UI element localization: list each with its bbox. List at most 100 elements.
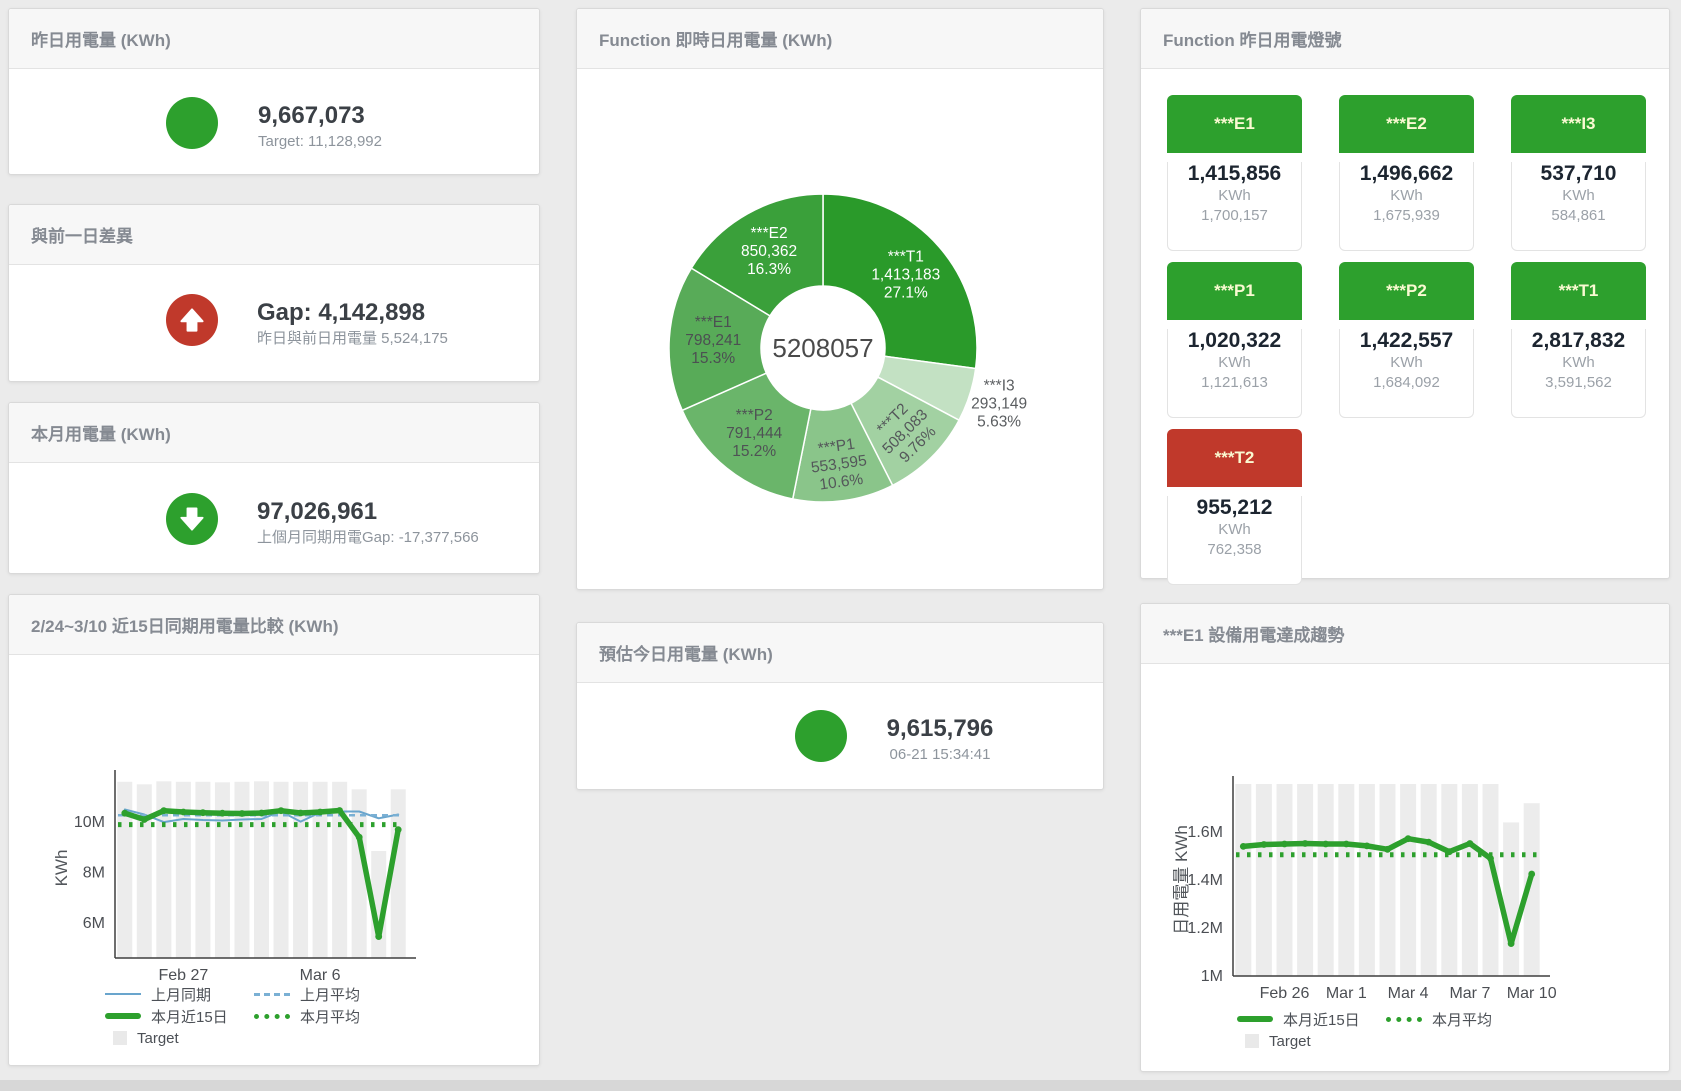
data-point [239, 810, 246, 817]
target-bar [293, 782, 308, 958]
data-point [180, 809, 187, 816]
stat-text: 97,026,961 上個月同期用電Gap: -17,377,566 [257, 498, 479, 547]
tile-subvalue: 584,861 [1512, 206, 1645, 226]
status-circle-green [795, 710, 847, 762]
tile-subvalue: 762,358 [1168, 540, 1301, 560]
panel-title-text: 預估今日用電量 (KWh) [599, 640, 773, 665]
stat-value: 97,026,961 [257, 498, 479, 525]
panel-title[interactable]: 預估今日用電量 (KWh) [577, 623, 1103, 683]
tile-subvalue: 1,121,613 [1168, 373, 1301, 393]
status-tile-P1[interactable]: ***P1 1,020,322 KWh 1,121,613 [1167, 262, 1302, 418]
legend-item-green-thick[interactable]: 本月近15日 [105, 1006, 254, 1027]
legend-item-target[interactable]: Target [105, 1030, 254, 1047]
chart-legend: 本月近15日 本月平均 Target [1237, 1008, 1535, 1052]
panel-yesterday-usage: 昨日用電量 (KWh) 9,667,073 Target: 11,128,992 [8, 8, 540, 175]
legend-label: 上月同期 [151, 984, 211, 1005]
data-point [1281, 841, 1288, 848]
target-bar [1421, 784, 1437, 976]
legend-item-blue-solid[interactable]: 上月同期 [105, 984, 254, 1005]
status-tile-T1[interactable]: ***T1 2,817,832 KWh 3,591,562 [1511, 262, 1646, 418]
status-tile-I3[interactable]: ***I3 537,710 KWh 584,861 [1511, 95, 1646, 251]
data-point [258, 810, 265, 817]
target-bar [117, 782, 132, 958]
data-point [317, 809, 324, 816]
target-bar [1359, 784, 1375, 976]
data-point [1405, 835, 1412, 842]
tile-subvalue: 1,684,092 [1340, 373, 1473, 393]
tile-body: 1,020,322 KWh 1,121,613 [1167, 329, 1302, 418]
donut-chart[interactable]: ***T11,413,18327.1%***I3293,1495.63%***T… [577, 9, 1103, 589]
y-tick: 1.2M [1187, 920, 1223, 937]
tile-value: 1,496,662 [1340, 162, 1473, 186]
y-tick: 1.6M [1187, 824, 1223, 841]
legend-label: 本月平均 [1432, 1009, 1492, 1030]
tile-value: 2,817,832 [1512, 329, 1645, 353]
status-tile-E1[interactable]: ***E1 1,415,856 KWh 1,700,157 [1167, 95, 1302, 251]
tile-subvalue: 1,700,157 [1168, 206, 1301, 226]
arrow-down-icon [177, 504, 207, 534]
panel-title[interactable]: 本月用電量 (KWh) [9, 403, 539, 463]
stat-value: 9,615,796 [865, 715, 1015, 742]
panel-title[interactable]: Function 昨日用電燈號 [1141, 9, 1669, 69]
legend-swatch-target [1245, 1034, 1259, 1048]
panel-yesterday-lights: Function 昨日用電燈號 ***E1 1,415,856 KWh 1,70… [1140, 8, 1670, 579]
donut-center-total: 5208057 [772, 333, 873, 363]
panel-title-text: 與前一日差異 [31, 222, 133, 247]
legend-label: 本月近15日 [1283, 1009, 1360, 1030]
target-bar [1380, 784, 1396, 976]
y-tick: 6M [83, 915, 105, 932]
y-axis-label: KWh [52, 850, 71, 887]
status-circle-red [166, 294, 218, 346]
panel-estimated-today: 預估今日用電量 (KWh) 9,615,796 06-21 15:34:41 [576, 622, 1104, 790]
x-tick: Mar 10 [1507, 985, 1557, 1002]
data-point [395, 826, 402, 833]
status-tile-P2[interactable]: ***P2 1,422,557 KWh 1,684,092 [1339, 262, 1474, 418]
panel-realtime-donut: Function 即時日用電量 (KWh) ***T11,413,18327.1… [576, 8, 1104, 590]
data-point [1425, 839, 1432, 846]
legend-item-target[interactable]: Target [1237, 1033, 1386, 1050]
stat-text: Gap: 4,142,898 昨日與前日用電量 5,524,175 [257, 299, 448, 348]
panel-title-text: Function 昨日用電燈號 [1163, 26, 1341, 51]
legend-label: Target [1269, 1033, 1311, 1050]
data-point [121, 810, 128, 817]
target-bar [137, 784, 152, 958]
x-tick: Mar 7 [1449, 985, 1490, 1002]
status-tile-T2[interactable]: ***T2 955,212 KWh 762,358 [1167, 429, 1302, 585]
target-bar [215, 782, 230, 958]
legend-swatch-blue-solid [105, 993, 141, 995]
target-bar [313, 782, 328, 958]
tile-body: 2,817,832 KWh 3,591,562 [1511, 329, 1646, 418]
horizontal-scrollbar[interactable] [0, 1080, 1681, 1091]
tile-subvalue: 3,591,562 [1512, 373, 1645, 393]
x-tick: Feb 27 [158, 967, 208, 984]
target-bar [1400, 784, 1416, 976]
trend-line-chart[interactable]: 1M1.2M1.4M1.6MFeb 26Mar 1Mar 4Mar 7Mar 1… [1141, 604, 1669, 1071]
tile-value: 1,422,557 [1340, 329, 1473, 353]
data-point [278, 807, 285, 814]
legend-label: 本月平均 [300, 1006, 360, 1027]
y-axis-label: 日用電量 KWh [1172, 825, 1191, 935]
tile-subvalue: 1,675,939 [1340, 206, 1473, 226]
legend-item-green-dotted[interactable]: 本月平均 [1386, 1009, 1535, 1030]
target-bar [254, 781, 269, 958]
target-bar [1338, 784, 1354, 976]
tile-label: ***E1 [1167, 95, 1302, 153]
tile-unit: KWh [1512, 353, 1645, 373]
status-tile-E2[interactable]: ***E2 1,496,662 KWh 1,675,939 [1339, 95, 1474, 251]
tile-unit: KWh [1168, 186, 1301, 206]
legend-item-green-dotted[interactable]: 本月平均 [254, 1006, 403, 1027]
legend-item-green-thick[interactable]: 本月近15日 [1237, 1009, 1386, 1030]
data-point [141, 816, 148, 823]
tile-unit: KWh [1168, 520, 1301, 540]
panel-title[interactable]: 昨日用電量 (KWh) [9, 9, 539, 69]
target-bar [1503, 822, 1519, 976]
target-bar [1441, 784, 1457, 976]
target-bar [1277, 784, 1293, 976]
data-point [375, 933, 382, 940]
tile-value: 1,415,856 [1168, 162, 1301, 186]
arrow-up-icon [177, 305, 207, 335]
tile-label: ***P2 [1339, 262, 1474, 320]
legend-item-blue-dashed[interactable]: 上月平均 [254, 984, 403, 1005]
target-bar [1318, 784, 1334, 976]
panel-title[interactable]: 與前一日差異 [9, 205, 539, 265]
